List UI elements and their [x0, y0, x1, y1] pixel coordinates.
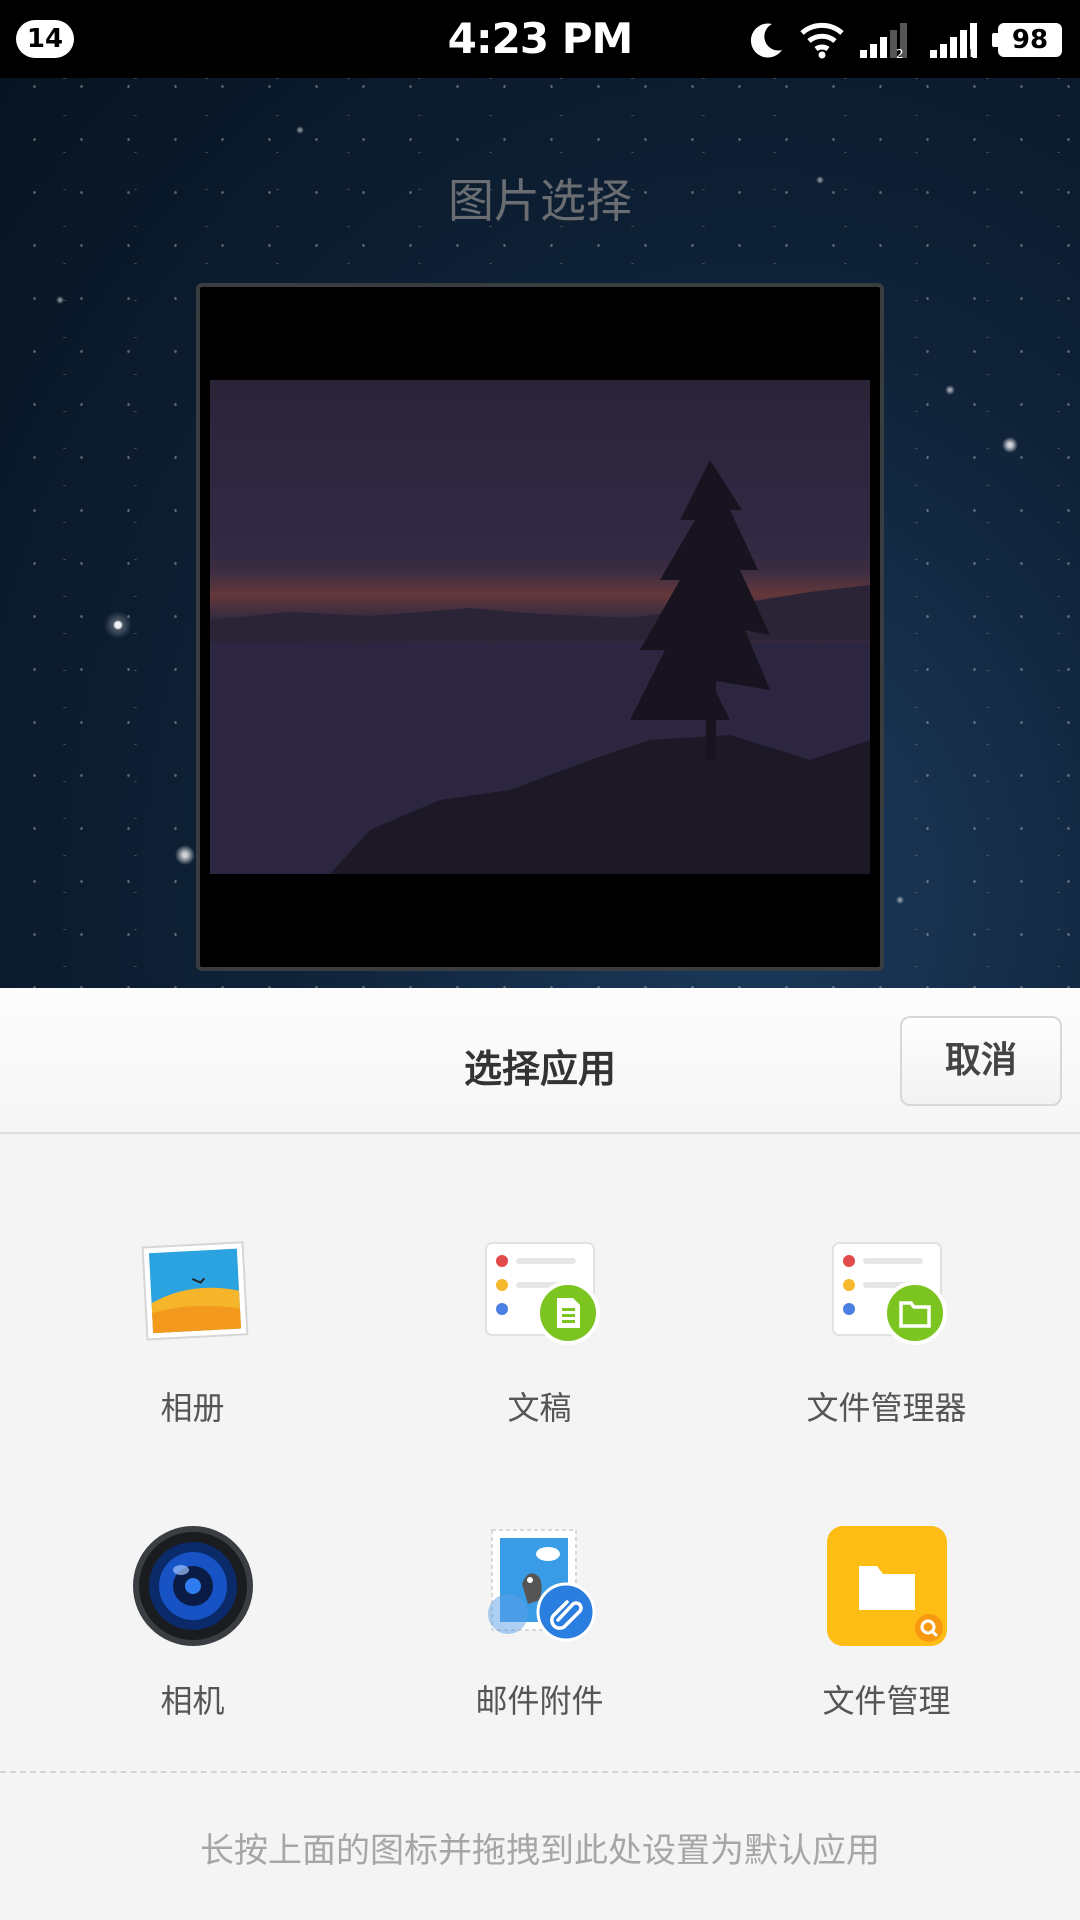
preview-image: [210, 380, 870, 874]
sheet-header: 选择应用 取消: [0, 988, 1080, 1134]
set-default-hint[interactable]: 长按上面的图标并拖拽到此处设置为默认应用: [0, 1823, 1080, 1872]
app-label: 相册: [160, 1389, 225, 1427]
app-item-file-manager[interactable]: 文件管理器: [713, 1231, 1060, 1429]
battery-icon: 98: [992, 23, 1062, 57]
default-app-drop-divider: [0, 1771, 1080, 1773]
moon-icon: [750, 23, 782, 58]
screen: 14 4:23 PM 2 1 98 图片选择 选择应用 取消 相册 文稿 文件管…: [0, 0, 1080, 1920]
signal-sim2-icon: 2: [860, 23, 907, 60]
status-icons: 2 1 98: [746, 18, 1062, 62]
status-bar: 14 4:23 PM 2 1 98: [0, 0, 1080, 78]
app-item-camera[interactable]: 相机: [19, 1524, 366, 1722]
app-label: 相机: [160, 1682, 225, 1720]
signal-sim1-icon: 1: [930, 23, 977, 60]
cancel-button[interactable]: 取消: [900, 1016, 1062, 1106]
gallery-icon: [131, 1231, 255, 1355]
camera-icon: [131, 1524, 255, 1648]
app-item-file-management[interactable]: 文件管理: [713, 1524, 1060, 1722]
app-item-documents[interactable]: 文稿: [366, 1231, 713, 1429]
svg-text:2: 2: [896, 47, 904, 60]
app-label: 文件管理: [822, 1682, 951, 1720]
documents-icon: [478, 1231, 602, 1355]
app-chooser-sheet: 选择应用 取消 相册 文稿 文件管理器 相机 邮件附件 文件管理 长按上面的图标…: [0, 988, 1080, 1920]
mail-attachment-icon: [478, 1524, 602, 1648]
image-preview-frame[interactable]: [196, 283, 884, 971]
wifi-icon: [800, 22, 844, 59]
app-label: 邮件附件: [475, 1682, 604, 1720]
svg-text:1: 1: [966, 47, 974, 60]
app-item-mail-attachment[interactable]: 邮件附件: [366, 1524, 713, 1722]
file-manager-icon: [825, 1231, 949, 1355]
file-management-icon: [825, 1524, 949, 1648]
app-label: 文稿: [507, 1389, 572, 1427]
app-item-gallery[interactable]: 相册: [19, 1231, 366, 1429]
page-title: 图片选择: [448, 174, 632, 228]
app-label: 文件管理器: [806, 1389, 967, 1427]
app-grid: 相册 文稿 文件管理器 相机 邮件附件 文件管理: [0, 1231, 1080, 1722]
